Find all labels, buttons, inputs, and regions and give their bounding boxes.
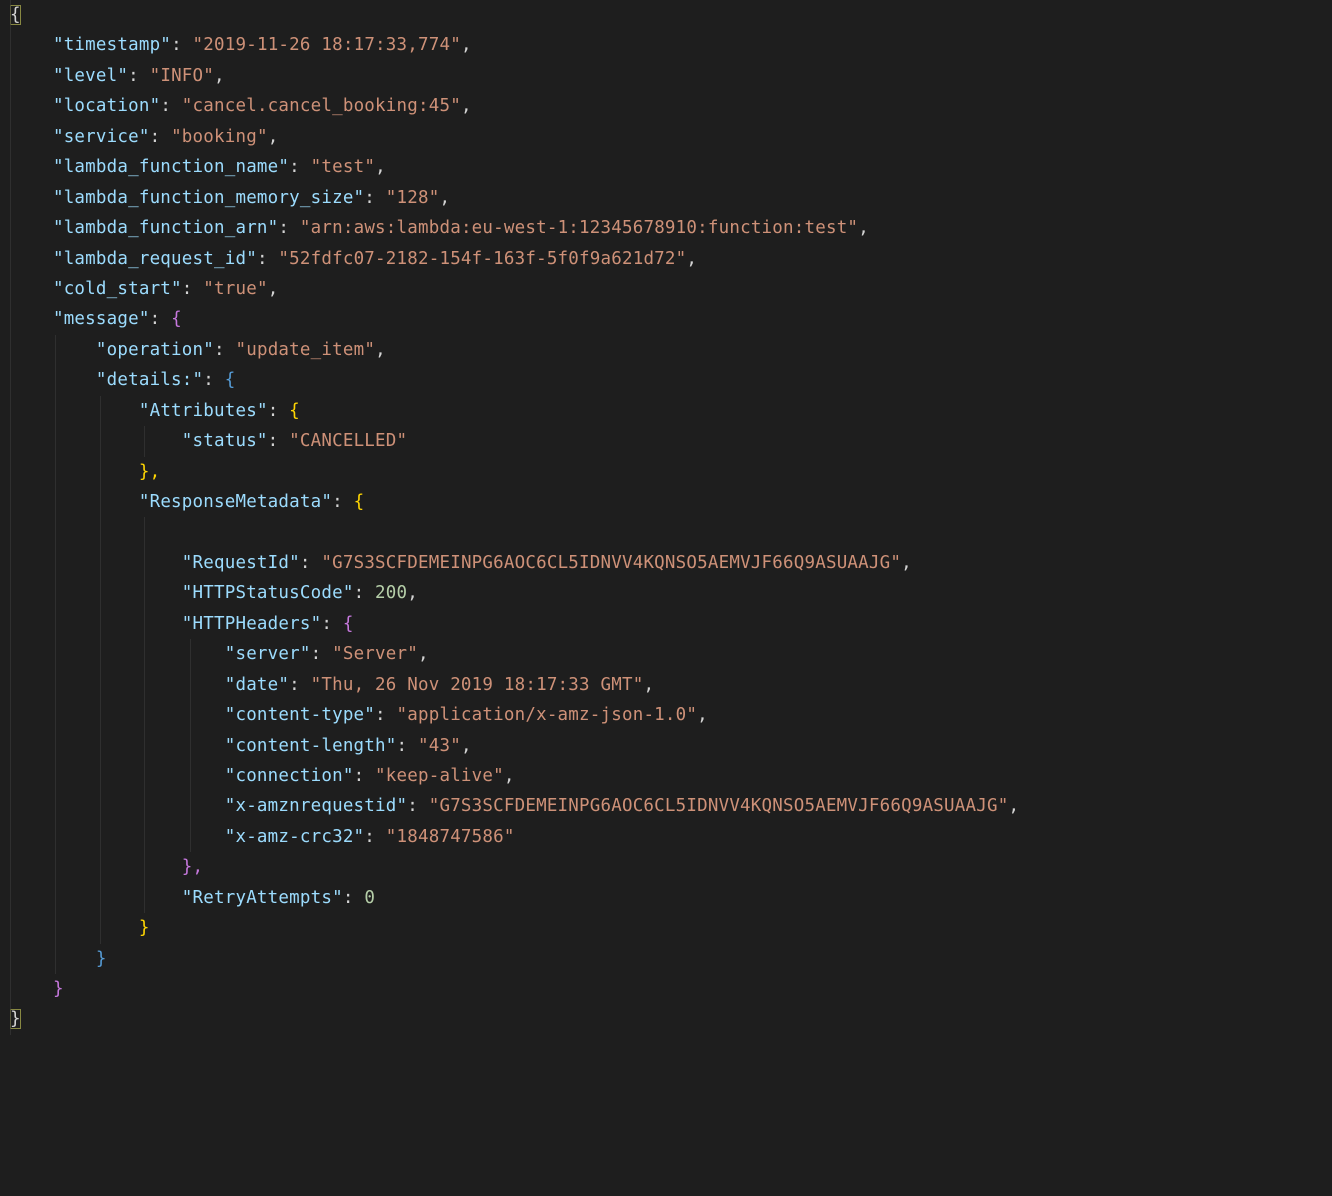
json-value: "Server" xyxy=(332,644,418,664)
json-key: "Attributes" xyxy=(139,401,268,421)
json-value: "52fdfc07-2182-154f-163f-5f0f9a621d72" xyxy=(278,249,686,269)
code-line: }, xyxy=(0,457,1332,487)
code-line: "x-amznrequestid": "G7S3SCFDEMEINPG6AOC6… xyxy=(0,791,1332,821)
json-key: "service" xyxy=(53,127,150,147)
code-line: "lambda_function_memory_size": "128", xyxy=(0,183,1332,213)
brace-open: { xyxy=(354,492,365,512)
json-value: "keep-alive" xyxy=(375,766,504,786)
json-key: "level" xyxy=(53,66,128,86)
json-key: "operation" xyxy=(96,340,214,360)
json-key: "RetryAttempts" xyxy=(182,888,343,908)
brace-open: { xyxy=(10,5,21,25)
code-line: "service": "booking", xyxy=(0,122,1332,152)
json-key: "lambda_function_memory_size" xyxy=(53,188,364,208)
code-line: "ResponseMetadata": { xyxy=(0,487,1332,517)
brace-close: } xyxy=(139,918,150,938)
code-line: } xyxy=(0,944,1332,974)
json-key: "HTTPHeaders" xyxy=(182,614,322,634)
brace-open: { xyxy=(343,614,354,634)
code-line: "timestamp": "2019-11-26 18:17:33,774", xyxy=(0,30,1332,60)
json-value: 0 xyxy=(364,888,375,908)
code-line: "lambda_function_arn": "arn:aws:lambda:e… xyxy=(0,213,1332,243)
json-value: 200 xyxy=(375,583,407,603)
code-line: "RequestId": "G7S3SCFDEMEINPG6AOC6CL5IDN… xyxy=(0,548,1332,578)
json-key: "details:" xyxy=(96,370,203,390)
json-value: "Thu, 26 Nov 2019 18:17:33 GMT" xyxy=(311,675,644,695)
code-editor[interactable]: { "timestamp": "2019-11-26 18:17:33,774"… xyxy=(0,0,1332,1196)
code-line: "server": "Server", xyxy=(0,639,1332,669)
code-line: } xyxy=(0,1004,1332,1034)
json-key: "server" xyxy=(225,644,311,664)
code-line: { xyxy=(0,0,1332,30)
json-value: "application/x-amz-json-1.0" xyxy=(397,705,698,725)
code-line: "Attributes": { xyxy=(0,396,1332,426)
json-value: "test" xyxy=(311,157,375,177)
code-line: "connection": "keep-alive", xyxy=(0,761,1332,791)
json-key: "x-amznrequestid" xyxy=(225,796,408,816)
json-value: "G7S3SCFDEMEINPG6AOC6CL5IDNVV4KQNSO5AEMV… xyxy=(321,553,901,573)
code-line xyxy=(0,517,1332,547)
code-line: "HTTPStatusCode": 200, xyxy=(0,578,1332,608)
code-line: "lambda_function_name": "test", xyxy=(0,152,1332,182)
json-key: "lambda_request_id" xyxy=(53,249,257,269)
code-line: "content-length": "43", xyxy=(0,731,1332,761)
brace-open: { xyxy=(289,401,300,421)
code-line: "details:": { xyxy=(0,365,1332,395)
brace-close: } xyxy=(96,949,107,969)
json-key: "lambda_function_name" xyxy=(53,157,289,177)
json-value: "booking" xyxy=(171,127,268,147)
code-line: "x-amz-crc32": "1848747586" xyxy=(0,822,1332,852)
json-value: "CANCELLED" xyxy=(289,431,407,451)
code-line: "cold_start": "true", xyxy=(0,274,1332,304)
code-line: }, xyxy=(0,852,1332,882)
brace-close: } xyxy=(53,979,64,999)
json-value: "2019-11-26 18:17:33,774" xyxy=(193,35,461,55)
json-value: "43" xyxy=(418,736,461,756)
code-line: "HTTPHeaders": { xyxy=(0,609,1332,639)
json-key: "location" xyxy=(53,96,160,116)
json-key: "HTTPStatusCode" xyxy=(182,583,354,603)
json-key: "cold_start" xyxy=(53,279,182,299)
json-value: "arn:aws:lambda:eu-west-1:12345678910:fu… xyxy=(300,218,858,238)
code-line: "status": "CANCELLED" xyxy=(0,426,1332,456)
brace-close: } xyxy=(10,1009,21,1029)
brace-open: { xyxy=(171,309,182,329)
json-key: "x-amz-crc32" xyxy=(225,827,365,847)
brace-close: }, xyxy=(182,857,203,877)
json-value: "INFO" xyxy=(150,66,214,86)
json-key: "content-length" xyxy=(225,736,397,756)
code-line: "message": { xyxy=(0,304,1332,334)
json-key: "lambda_function_arn" xyxy=(53,218,278,238)
json-key: "message" xyxy=(53,309,150,329)
json-key: "ResponseMetadata" xyxy=(139,492,332,512)
code-line: "location": "cancel.cancel_booking:45", xyxy=(0,91,1332,121)
code-line: "content-type": "application/x-amz-json-… xyxy=(0,700,1332,730)
json-key: "date" xyxy=(225,675,289,695)
json-value: "128" xyxy=(386,188,440,208)
code-line: "RetryAttempts": 0 xyxy=(0,883,1332,913)
code-line: "level": "INFO", xyxy=(0,61,1332,91)
code-line: "operation": "update_item", xyxy=(0,335,1332,365)
json-key: "RequestId" xyxy=(182,553,300,573)
code-line: } xyxy=(0,974,1332,1004)
json-value: "true" xyxy=(203,279,267,299)
code-line: "date": "Thu, 26 Nov 2019 18:17:33 GMT", xyxy=(0,670,1332,700)
code-line: "lambda_request_id": "52fdfc07-2182-154f… xyxy=(0,244,1332,274)
code-line: } xyxy=(0,913,1332,943)
json-key: "timestamp" xyxy=(53,35,171,55)
json-key: "connection" xyxy=(225,766,354,786)
json-value: "1848747586" xyxy=(386,827,515,847)
json-key: "status" xyxy=(182,431,268,451)
json-value: "G7S3SCFDEMEINPG6AOC6CL5IDNVV4KQNSO5AEMV… xyxy=(429,796,1009,816)
json-key: "content-type" xyxy=(225,705,375,725)
brace-open: { xyxy=(225,370,236,390)
json-value: "cancel.cancel_booking:45" xyxy=(182,96,461,116)
json-value: "update_item" xyxy=(235,340,375,360)
brace-close: }, xyxy=(139,462,160,482)
